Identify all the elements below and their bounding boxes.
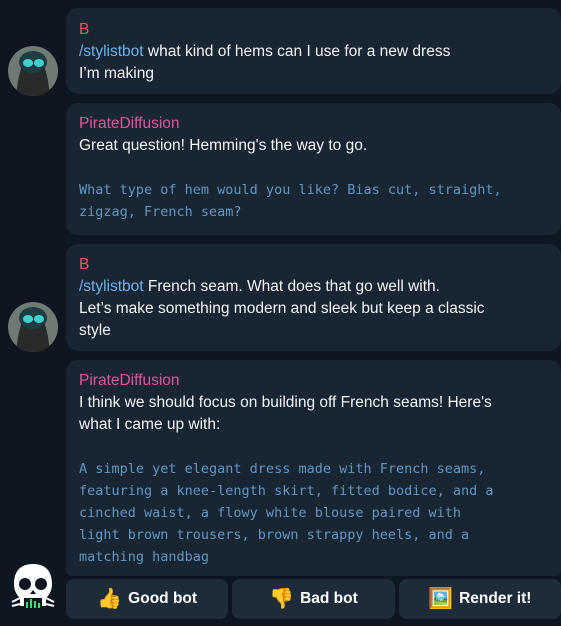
bad-bot-label: Bad bot	[300, 590, 358, 607]
message-text: what I came up with:	[79, 416, 221, 433]
thumbs-up-icon: 👍	[97, 588, 123, 610]
message-bubble: PirateDiffusion I think we should focus …	[66, 360, 561, 576]
code-text: zigzag, French seam?	[79, 204, 242, 220]
message-text: I think we should focus on building off …	[79, 394, 492, 411]
bot-avatar[interactable]	[10, 562, 56, 614]
sender-name[interactable]: B	[79, 19, 548, 41]
user-avatar[interactable]	[8, 302, 58, 352]
message-text: /stylistbot what kind of hems can I use …	[79, 43, 451, 60]
message-bubble: B /stylistbot what kind of hems can I us…	[66, 8, 561, 94]
sender-name[interactable]: PirateDiffusion	[79, 370, 548, 392]
code-text: cinched waist, a flowy white blouse pair…	[79, 505, 462, 521]
message-text: I’m making	[79, 65, 154, 82]
code-text: A simple yet elegant dress made with Fre…	[79, 461, 486, 477]
good-bot-label: Good bot	[128, 590, 198, 607]
code-text: What type of hem would you like? Bias cu…	[79, 182, 502, 198]
framed-picture-icon: 🖼️	[428, 588, 454, 610]
render-it-button[interactable]: 🖼️ Render it!	[398, 579, 561, 619]
thumbs-down-icon: 👎	[269, 588, 295, 610]
code-text: matching handbag	[79, 549, 210, 565]
bad-bot-button[interactable]: 👎 Bad bot	[232, 579, 395, 619]
bot-command-link[interactable]: /stylistbot	[79, 278, 144, 295]
code-text: light brown trousers, brown strappy heel…	[79, 527, 470, 543]
render-it-label: Render it!	[459, 590, 532, 607]
inline-keyboard: 👍 Good bot 👎 Bad bot 🖼️ Render it!	[66, 579, 561, 619]
code-text: featuring a knee-length skirt, fitted bo…	[79, 483, 494, 499]
user-avatar[interactable]	[8, 46, 58, 96]
message-bubble: PirateDiffusion Great question! Hemming'…	[66, 103, 561, 235]
sender-name[interactable]: B	[79, 254, 548, 276]
bot-command-link[interactable]: /stylistbot	[79, 43, 144, 60]
good-bot-button[interactable]: 👍 Good bot	[66, 579, 229, 619]
message-text: /stylistbot French seam. What does that …	[79, 278, 440, 295]
sender-name[interactable]: PirateDiffusion	[79, 113, 548, 135]
message-bubble: B /stylistbot French seam. What does tha…	[66, 244, 561, 351]
message-text: Great question! Hemming's the way to go.	[79, 137, 368, 154]
message-text: Let’s make something modern and sleek bu…	[79, 300, 485, 317]
message-text: style	[79, 322, 111, 339]
